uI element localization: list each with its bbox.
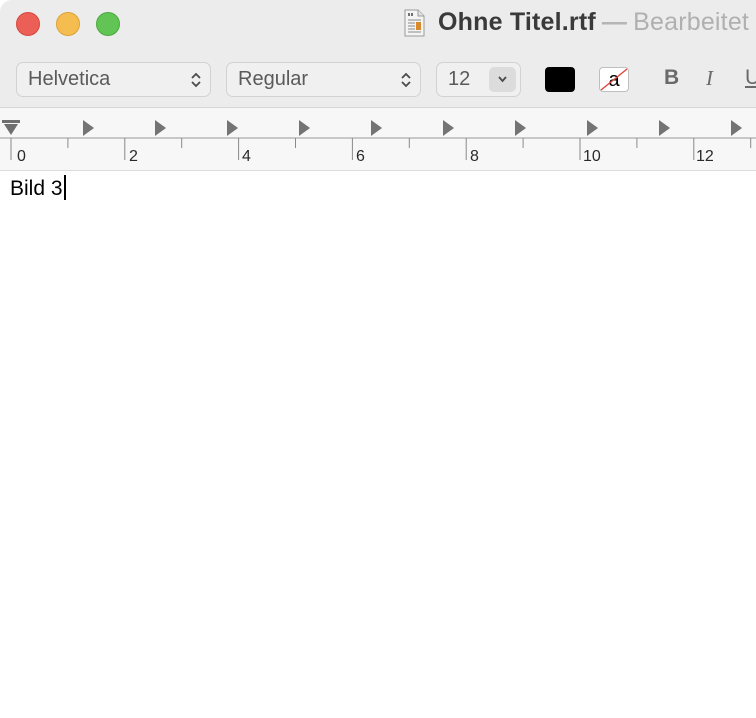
indent-marker-icon[interactable] <box>2 120 20 123</box>
font-family-popup[interactable]: Helvetica <box>16 62 211 97</box>
tab-stop-icon[interactable] <box>155 120 166 136</box>
document-name: Ohne Titel.rtf <box>438 8 596 36</box>
title-bar: Ohne Titel.rtf — Bearbeitet Helvetica Regu… <box>0 0 756 108</box>
ruler-label-0: 0 <box>17 148 26 165</box>
chevron-down-icon <box>498 76 507 83</box>
ruler-label-10: 10 <box>583 148 601 165</box>
ruler-label-6: 6 <box>356 148 365 165</box>
tab-stop-icon[interactable] <box>659 120 670 136</box>
text-caret <box>63 175 66 200</box>
ruler-scale <box>0 120 756 160</box>
ruler-label-8: 8 <box>470 148 479 165</box>
chevron-updown-icon <box>401 72 411 88</box>
text-color-well[interactable] <box>545 67 575 92</box>
no-highlight-icon <box>600 68 628 91</box>
ruler[interactable]: 0 2 4 6 8 10 12 <box>0 108 756 171</box>
ruler-label-4: 4 <box>242 148 251 165</box>
tab-stop-icon[interactable] <box>371 120 382 136</box>
tab-stop-icon[interactable] <box>299 120 310 136</box>
tab-stop-icon[interactable] <box>587 120 598 136</box>
tab-stop-icon[interactable] <box>83 120 94 136</box>
zoom-button[interactable] <box>96 12 120 36</box>
document-text-line[interactable]: Bild 3 <box>10 175 66 202</box>
font-family-value: Helvetica <box>28 68 111 90</box>
title-separator: — <box>601 8 628 36</box>
edit-state: Bearbeitet <box>633 8 750 36</box>
italic-button[interactable]: I <box>706 66 713 91</box>
window-title: Ohne Titel.rtf — Bearbeitet <box>438 8 749 37</box>
ruler-label-2: 2 <box>129 148 138 165</box>
tab-stop-icon[interactable] <box>731 120 742 136</box>
tab-stop-icon[interactable] <box>227 120 238 136</box>
minimize-button[interactable] <box>56 12 80 36</box>
document-area[interactable]: Bild 3 <box>0 172 756 718</box>
font-size-combo[interactable]: 12 <box>436 62 521 97</box>
font-style-value: Regular <box>238 68 309 90</box>
document-text: Bild 3 <box>10 177 63 200</box>
tab-stop-icon[interactable] <box>515 120 526 136</box>
textedit-window: Ohne Titel.rtf — Bearbeitet Helvetica Regu… <box>0 0 756 718</box>
bold-button[interactable]: B <box>664 66 679 90</box>
highlight-color-well[interactable]: a <box>599 67 629 92</box>
font-size-value[interactable]: 12 <box>448 68 470 90</box>
font-style-popup[interactable]: Regular <box>226 62 421 97</box>
chevron-updown-icon <box>191 72 201 88</box>
tab-stop-icon[interactable] <box>443 120 454 136</box>
doc-icon[interactable] <box>402 9 426 37</box>
underline-button[interactable]: U <box>745 66 756 90</box>
ruler-label-12: 12 <box>696 148 714 165</box>
close-button[interactable] <box>16 12 40 36</box>
font-size-dropdown-button[interactable] <box>489 67 516 92</box>
indent-marker-icon[interactable] <box>4 124 18 135</box>
